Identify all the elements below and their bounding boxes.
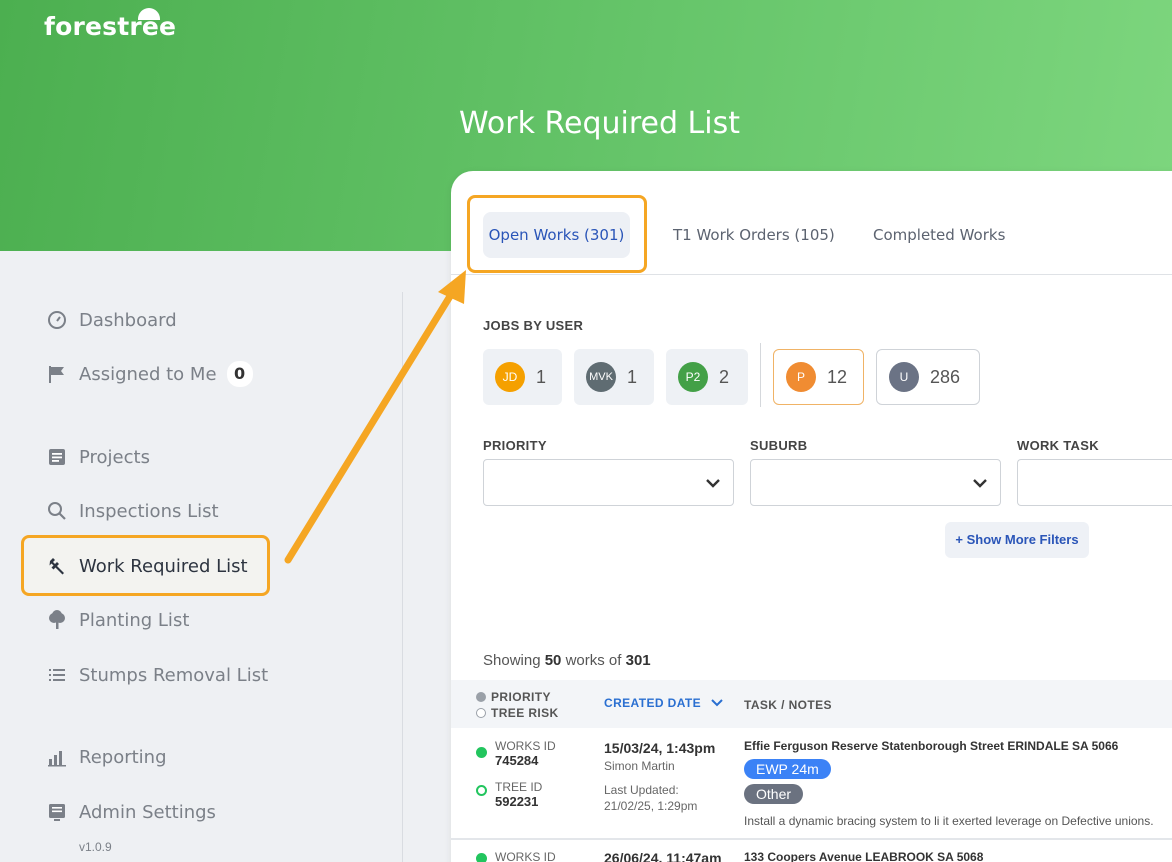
sidebar-item-planting[interactable]: Planting List xyxy=(46,605,189,635)
created-by: Simon Martin xyxy=(604,759,675,773)
user-chip-p[interactable]: P 12 xyxy=(773,349,864,405)
priority-dot-icon xyxy=(476,853,487,862)
app-version: v1.0.9 xyxy=(79,840,112,854)
sidebar-item-inspections[interactable]: Inspections List xyxy=(46,496,219,526)
sidebar-item-label: Assigned to Me xyxy=(79,363,217,385)
header-label: TREE RISK xyxy=(491,706,559,720)
sidebar-item-label: Stumps Removal List xyxy=(79,664,269,686)
header-label: CREATED DATE xyxy=(604,696,702,710)
last-updated-label: Last Updated: xyxy=(604,783,679,797)
jobs-by-user-label: JOBS BY USER xyxy=(483,318,584,333)
sidebar-item-projects[interactable]: Projects xyxy=(46,442,150,472)
suburb-select[interactable] xyxy=(750,459,1001,506)
bar-chart-icon xyxy=(46,746,68,768)
document-icon xyxy=(46,446,68,468)
user-chip-u[interactable]: U 286 xyxy=(876,349,980,405)
chip-separator xyxy=(760,343,761,407)
gauge-icon xyxy=(46,309,68,331)
avatar: MVK xyxy=(586,362,616,392)
sort-chevron-icon xyxy=(711,699,723,707)
sidebar-item-label: Dashboard xyxy=(79,309,177,331)
avatar: U xyxy=(889,362,919,392)
sidebar-item-assigned[interactable]: Assigned to Me 0 xyxy=(46,359,253,389)
sidebar-item-dashboard[interactable]: Dashboard xyxy=(46,305,177,335)
created-date: 26/06/24, 11:47am xyxy=(604,850,722,862)
priority-filter-label: PRIORITY xyxy=(483,438,547,453)
avatar: P2 xyxy=(678,362,708,392)
list-icon xyxy=(46,664,68,686)
task-notes-column-header: TASK / NOTES xyxy=(744,698,832,712)
tag-badge: Other xyxy=(744,784,804,804)
address: Effie Ferguson Reserve Statenborough Str… xyxy=(744,739,1119,753)
work-task-select[interactable] xyxy=(1017,459,1172,506)
forestree-logo[interactable]: forestree xyxy=(44,8,176,41)
sidebar-item-label: Inspections List xyxy=(79,500,219,522)
sidebar-item-label: Admin Settings xyxy=(79,801,216,823)
works-id-label: WORKS ID xyxy=(495,850,556,862)
tree-id-label: TREE ID xyxy=(495,780,543,794)
last-updated: 21/02/25, 1:29pm xyxy=(604,799,698,813)
row-divider xyxy=(451,838,1172,840)
wrench-icon xyxy=(46,555,68,577)
user-chip-p2[interactable]: P2 2 xyxy=(666,349,748,405)
user-job-count: 12 xyxy=(827,366,848,387)
priority-dot-icon xyxy=(476,747,487,758)
filled-dot-icon xyxy=(476,692,486,702)
tab-completed-works[interactable]: Completed Works xyxy=(873,212,1005,258)
priority-column-header[interactable]: PRIORITY xyxy=(476,690,551,704)
header-label: PRIORITY xyxy=(491,690,551,704)
work-task-filter-label: WORK TASK xyxy=(1017,438,1099,453)
outline-dot-icon xyxy=(476,708,486,718)
tree-icon xyxy=(46,609,68,631)
sidebar-divider xyxy=(402,292,403,862)
sidebar-item-label: Work Required List xyxy=(79,555,248,577)
suburb-filter-label: SUBURB xyxy=(750,438,808,453)
settings-doc-icon xyxy=(46,801,68,823)
sidebar-item-reporting[interactable]: Reporting xyxy=(46,742,167,772)
tabs-divider xyxy=(451,274,1172,275)
tree-risk-column-header[interactable]: TREE RISK xyxy=(476,706,559,720)
avatar: P xyxy=(786,362,816,392)
sidebar-item-label: Planting List xyxy=(79,609,190,631)
avatar: JD xyxy=(495,362,525,392)
results-prefix: Showing xyxy=(483,652,541,669)
user-job-count: 2 xyxy=(719,366,730,387)
results-count: Showing 50 works of 301 xyxy=(483,652,651,669)
sidebar-item-stumps[interactable]: Stumps Removal List xyxy=(46,660,268,690)
sidebar-item-label: Projects xyxy=(79,446,150,468)
created-date-sort-header[interactable]: CREATED DATE xyxy=(604,696,723,710)
tab-highlight xyxy=(467,195,647,273)
show-more-filters-button[interactable]: + Show More Filters xyxy=(945,522,1089,558)
page-title: Work Required List xyxy=(459,106,741,141)
chevron-down-icon xyxy=(706,479,720,488)
results-shown: 50 xyxy=(544,652,562,669)
results-total: 301 xyxy=(625,652,651,669)
user-job-count: 286 xyxy=(930,366,961,387)
created-date: 15/03/24, 1:43pm xyxy=(604,740,716,756)
works-id-label: WORKS ID xyxy=(495,739,556,753)
task-note: Install a dynamic bracing system to li i… xyxy=(744,814,1154,828)
results-middle: works of xyxy=(565,652,622,669)
sidebar-item-work-required[interactable]: Work Required List xyxy=(46,551,248,581)
tag-badge: EWP 24m xyxy=(744,759,831,779)
flag-icon xyxy=(46,363,68,385)
user-chip-mvk[interactable]: MVK 1 xyxy=(574,349,654,405)
tree-id: 592231 xyxy=(495,794,539,809)
address: 133 Coopers Avenue LEABROOK SA 5068 xyxy=(744,850,984,862)
user-job-count: 1 xyxy=(536,366,547,387)
search-icon xyxy=(46,500,68,522)
user-chip-jd[interactable]: JD 1 xyxy=(483,349,562,405)
priority-select[interactable] xyxy=(483,459,734,506)
tab-t1-work-orders[interactable]: T1 Work Orders (105) xyxy=(673,212,835,258)
sidebar-item-admin[interactable]: Admin Settings xyxy=(46,797,216,827)
user-job-count: 1 xyxy=(627,366,638,387)
assigned-count-badge: 0 xyxy=(226,361,253,387)
sidebar-item-label: Reporting xyxy=(79,746,167,768)
tree-risk-dot-icon xyxy=(476,785,487,796)
works-id: 745284 xyxy=(495,753,539,768)
chevron-down-icon xyxy=(973,479,987,488)
